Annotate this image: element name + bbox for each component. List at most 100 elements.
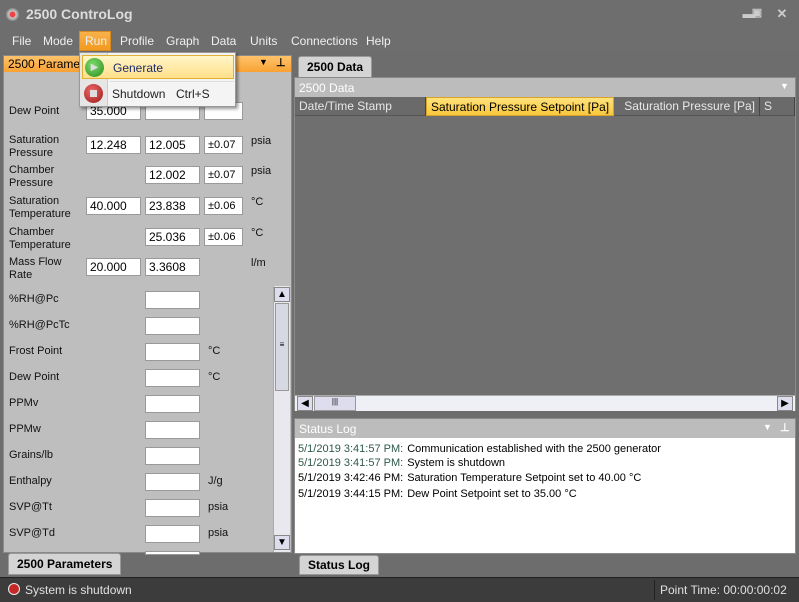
stop-icon bbox=[84, 84, 103, 103]
calc-value-field bbox=[145, 343, 200, 361]
unit-label: psia bbox=[251, 135, 272, 147]
menu-units[interactable]: Units bbox=[250, 34, 277, 48]
calc-label: PPMw bbox=[9, 423, 41, 435]
value-field: 23.838 bbox=[145, 197, 200, 215]
column-date-time[interactable]: Date/Time Stamp bbox=[295, 97, 426, 116]
log-time: 5/1/2019 3:41:57 PM: bbox=[298, 443, 404, 455]
value-field: 25.036 bbox=[145, 228, 200, 246]
data-panel: 2500 Data ▼ Date/Time Stamp Saturation P… bbox=[294, 77, 796, 411]
calc-label: %RH@Pc bbox=[9, 293, 59, 305]
calc-label: Grains/lb bbox=[9, 449, 54, 461]
divider bbox=[654, 580, 655, 600]
log-message: System is shutdown bbox=[407, 457, 506, 469]
menu-graph[interactable]: Graph bbox=[166, 34, 199, 48]
unit-label: °C bbox=[251, 227, 264, 239]
log-message: Communication established with the 2500 … bbox=[407, 443, 661, 455]
unit-label: psia bbox=[251, 165, 272, 177]
tab-2500-data[interactable]: 2500 Data bbox=[298, 56, 373, 78]
param-label: Mass Flow Rate bbox=[9, 256, 62, 281]
data-panel-header: 2500 Data ▼ bbox=[295, 78, 795, 97]
menu-run[interactable]: Run bbox=[85, 34, 107, 48]
value-field: 3.3608 bbox=[145, 258, 200, 276]
log-message: Dew Point Setpoint set to 35.00 °C bbox=[407, 488, 577, 500]
calc-label: Enthalpy bbox=[9, 475, 52, 487]
log-time: 5/1/2019 3:41:57 PM: bbox=[298, 457, 404, 469]
menu-item-label: Shutdown bbox=[112, 87, 166, 101]
menu-separator bbox=[110, 81, 234, 82]
column-truncated[interactable]: S bbox=[760, 97, 795, 116]
tab-2500-parameters[interactable]: 2500 Parameters bbox=[8, 553, 122, 575]
calc-value-field bbox=[145, 395, 200, 413]
scroll-down-icon[interactable]: ▼ bbox=[274, 535, 290, 550]
dropdown-arrow-icon[interactable]: ▼ bbox=[780, 81, 789, 91]
menu-item-shortcut: Ctrl+S bbox=[176, 87, 210, 101]
unit-label: °C bbox=[208, 371, 221, 383]
setpoint-field[interactable]: 40.000 bbox=[86, 197, 141, 215]
menu-item-shutdown[interactable]: Shutdown Ctrl+S bbox=[82, 83, 234, 105]
menu-data[interactable]: Data bbox=[211, 34, 236, 48]
maximize-icon[interactable]: ▣ bbox=[748, 6, 766, 19]
scroll-thumb[interactable]: ≡ bbox=[275, 303, 289, 391]
calc-value-field bbox=[145, 447, 200, 465]
tab-status-log[interactable]: Status Log bbox=[299, 555, 379, 575]
scroll-right-icon[interactable]: ▶ bbox=[777, 396, 793, 411]
menu-item-generate[interactable]: ▶ Generate bbox=[82, 55, 234, 79]
value-field: 12.002 bbox=[145, 166, 200, 184]
unit-label: psia bbox=[208, 501, 229, 513]
unit-label: l/m bbox=[251, 257, 266, 269]
log-time: 5/1/2019 3:44:15 PM: bbox=[298, 488, 404, 500]
data-table-header: Date/Time Stamp Saturation Pressure Setp… bbox=[295, 97, 795, 116]
param-label: Chamber Pressure bbox=[9, 164, 55, 189]
status-log-panel: Status Log ▼ ⊥ 5/1/2019 3:41:57 PM: Commu… bbox=[294, 418, 796, 554]
param-label: Saturation Temperature bbox=[9, 195, 71, 220]
unit-label: psia bbox=[208, 527, 229, 539]
setpoint-field[interactable]: 12.248 bbox=[86, 136, 141, 154]
menu-help[interactable]: Help bbox=[366, 34, 391, 48]
data-panel-title: 2500 Data bbox=[299, 81, 355, 95]
calc-label: %RH@PcTc bbox=[9, 319, 70, 331]
scroll-left-icon[interactable]: ◀ bbox=[297, 396, 313, 411]
log-message: Saturation Temperature Setpoint set to 4… bbox=[407, 472, 642, 484]
close-icon[interactable]: ✕ bbox=[773, 6, 791, 22]
menu-item-label: Generate bbox=[113, 61, 164, 75]
parameters-panel: 2500 Parameters ▼ ⊥ Dew Point 35.000 Satur… bbox=[3, 55, 292, 555]
log-entry: 5/1/2019 3:41:57 PM: System is shutdown bbox=[298, 457, 505, 469]
unit-label: °C bbox=[251, 196, 264, 208]
param-label: Saturation Pressure bbox=[9, 134, 60, 159]
menu-mode[interactable]: Mode bbox=[43, 34, 73, 48]
tolerance-field: ±0.06 bbox=[204, 228, 243, 246]
play-icon: ▶ bbox=[85, 58, 104, 77]
scroll-up-icon[interactable]: ▲ bbox=[274, 287, 290, 302]
column-sat-pressure[interactable]: Saturation Pressure [Pa] bbox=[614, 97, 760, 116]
calc-value-field bbox=[145, 421, 200, 439]
title-bar: 2500 ControLog ▬ ▣ ✕ bbox=[0, 0, 799, 30]
pin-icon[interactable]: ⊥ bbox=[780, 421, 790, 434]
dropdown-arrow-icon[interactable]: ▼ bbox=[763, 422, 772, 432]
setpoint-field[interactable]: 20.000 bbox=[86, 258, 141, 276]
column-sat-pressure-setpoint[interactable]: Saturation Pressure Setpoint [Pa] bbox=[426, 97, 614, 116]
status-bar: System is shutdown Point Time: 00:00:00:… bbox=[0, 577, 799, 602]
menu-file[interactable]: File bbox=[12, 34, 31, 48]
calc-label: SVP@Tt bbox=[9, 501, 52, 513]
log-time: 5/1/2019 3:42:46 PM: bbox=[298, 472, 404, 484]
calc-label: Frost Point bbox=[9, 345, 63, 357]
vertical-scrollbar[interactable]: ▲ ≡ ▼ bbox=[273, 286, 290, 552]
calc-value-field bbox=[145, 551, 200, 555]
menu-profile[interactable]: Profile bbox=[120, 34, 154, 48]
horizontal-scrollbar[interactable]: ◀ ||| ▶ bbox=[295, 395, 795, 411]
tolerance-field: ±0.07 bbox=[204, 136, 243, 154]
unit-label: J/g bbox=[208, 475, 223, 487]
stop-icon bbox=[8, 583, 20, 595]
dropdown-arrow-icon[interactable]: ▼ bbox=[259, 57, 268, 67]
param-label: Chamber Temperature bbox=[9, 226, 71, 251]
calc-value-field bbox=[145, 317, 200, 335]
pin-icon[interactable]: ⊥ bbox=[276, 56, 286, 69]
tolerance-field: ±0.07 bbox=[204, 166, 243, 184]
calc-label: Dew Point bbox=[9, 371, 60, 383]
unit-label: °C bbox=[208, 345, 221, 357]
calc-label: SVP@Td bbox=[9, 527, 56, 539]
status-log-title: Status Log bbox=[299, 422, 357, 436]
menu-connections[interactable]: Connections bbox=[291, 34, 358, 48]
window-title: 2500 ControLog bbox=[26, 6, 133, 22]
scroll-thumb[interactable]: ||| bbox=[314, 396, 356, 411]
